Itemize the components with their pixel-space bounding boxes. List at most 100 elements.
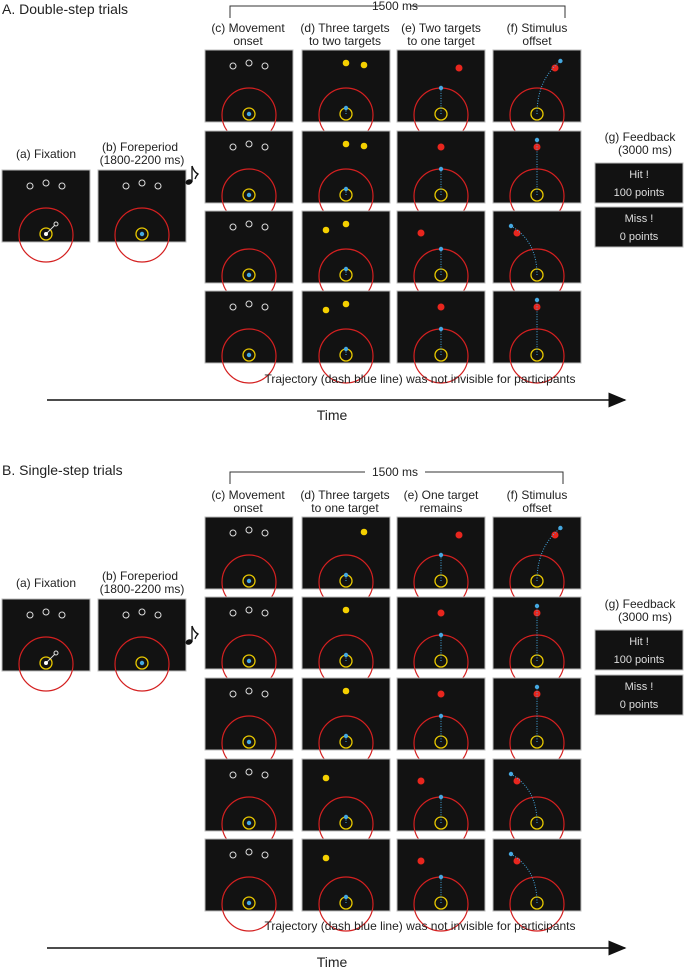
label-a: (a) Fixation: [16, 576, 76, 590]
label-d2: to two targets: [309, 34, 381, 48]
cursor-dot: [139, 660, 145, 666]
cued-target: [342, 300, 350, 308]
cursor-dot: [534, 603, 540, 609]
duration-label: 1500 ms: [372, 465, 418, 479]
label-e2: remains: [420, 501, 463, 515]
time-label: Time: [317, 954, 348, 970]
trial-panel-c: [204, 838, 294, 932]
trial-panel-c: [204, 516, 294, 610]
cursor-dot: [246, 739, 252, 745]
trajectory-note: Trajectory (dash blue line) was not invi…: [264, 372, 575, 386]
cued-target: [360, 61, 368, 69]
cursor-dot: [558, 525, 563, 531]
duration-label: 1500 ms: [372, 0, 418, 13]
cursor-dot: [343, 894, 349, 900]
trial-panel-e: [396, 838, 486, 932]
cued-target: [342, 687, 350, 695]
final-target: [437, 143, 445, 151]
tone-music-note-icon: [185, 625, 200, 645]
label-a: (a) Fixation: [16, 147, 76, 161]
cued-target: [322, 226, 330, 234]
cursor-dot: [246, 352, 252, 358]
trial-panel-e: [396, 677, 486, 771]
label-f2: offset: [522, 34, 552, 48]
cued-target: [342, 59, 350, 67]
feedback-result: Miss !: [625, 213, 654, 225]
label-g2: (3000 ms): [618, 143, 672, 157]
label-f: (f) Stimulus: [507, 488, 568, 502]
cursor-dot: [44, 232, 48, 236]
label-f: (f) Stimulus: [507, 21, 568, 35]
label-d: (d) Three targets: [300, 488, 389, 502]
trial-panel-d: [301, 596, 391, 690]
cursor-dot: [438, 552, 444, 558]
trial-panel-f: [492, 596, 582, 690]
cursor-dot: [438, 874, 444, 880]
trial-panel-f: [492, 210, 582, 304]
label-e: (e) Two targets: [401, 21, 481, 35]
time-label: Time: [317, 407, 348, 423]
trial-panel-d: [301, 290, 391, 384]
label-c: (c) Movement: [211, 488, 285, 502]
label-c2: onset: [233, 501, 263, 515]
cursor-dot: [246, 658, 252, 664]
label-b2: (1800-2200 ms): [100, 153, 185, 167]
final-target: [417, 777, 425, 785]
trial-panel-f: [492, 290, 582, 384]
label-f2: offset: [522, 501, 552, 515]
cued-target: [342, 220, 350, 228]
panel-background: [204, 677, 294, 751]
trial-panel-f: [492, 677, 582, 771]
final-target: [455, 531, 463, 539]
cursor-dot: [343, 652, 349, 658]
label-g2: (3000 ms): [618, 610, 672, 624]
feedback-result: Miss !: [625, 681, 654, 693]
trial-panel-f: [492, 49, 582, 143]
cursor-dot: [44, 661, 48, 665]
final-target: [437, 690, 445, 698]
panel-background: [97, 598, 187, 672]
label-g: (g) Feedback: [605, 130, 677, 144]
panel-background: [204, 49, 294, 123]
cursor-dot: [246, 111, 252, 117]
cursor-dot: [343, 186, 349, 192]
cursor-dot: [246, 900, 252, 906]
trial-panel-d: [301, 758, 391, 852]
feedback-points: 100 points: [614, 654, 665, 666]
trial-panel-e: [396, 758, 486, 852]
cursor-dot: [438, 632, 444, 638]
cursor-dot: [438, 85, 444, 91]
cursor-dot: [246, 820, 252, 826]
cursor-dot: [139, 231, 145, 237]
panel-background: [204, 130, 294, 204]
cursor-dot: [438, 713, 444, 719]
trajectory-note: Trajectory (dash blue line) was not invi…: [264, 919, 575, 933]
cued-target: [360, 142, 368, 150]
trial-panel-c: [204, 210, 294, 304]
label-c2: onset: [233, 34, 263, 48]
panel-background: [204, 290, 294, 364]
label-d2: to one target: [311, 501, 379, 515]
trial-panel-a: [1, 169, 91, 263]
cued-target: [360, 528, 368, 536]
trial-panel-c: [204, 290, 294, 384]
panel-background: [97, 169, 187, 243]
cursor-dot: [343, 266, 349, 272]
cursor-dot: [343, 346, 349, 352]
feedback-panel: Hit ! 100 points: [594, 629, 684, 671]
cursor-dot: [343, 105, 349, 111]
trial-panel-f: [492, 130, 582, 224]
cursor-dot: [343, 572, 349, 578]
label-g: (g) Feedback: [605, 597, 677, 611]
cursor-dot: [558, 58, 563, 64]
label-b: (b) Foreperiod: [102, 140, 178, 154]
final-target: [417, 229, 425, 237]
trial-panel-e: [396, 49, 486, 143]
label-c: (c) Movement: [211, 21, 285, 35]
trial-panel-d: [301, 130, 391, 224]
label-b2: (1800-2200 ms): [100, 582, 185, 596]
trial-panel-e: [396, 210, 486, 304]
trial-panel-a: [1, 598, 91, 692]
label-e: (e) One target: [404, 488, 479, 502]
cursor-dot: [534, 137, 540, 143]
